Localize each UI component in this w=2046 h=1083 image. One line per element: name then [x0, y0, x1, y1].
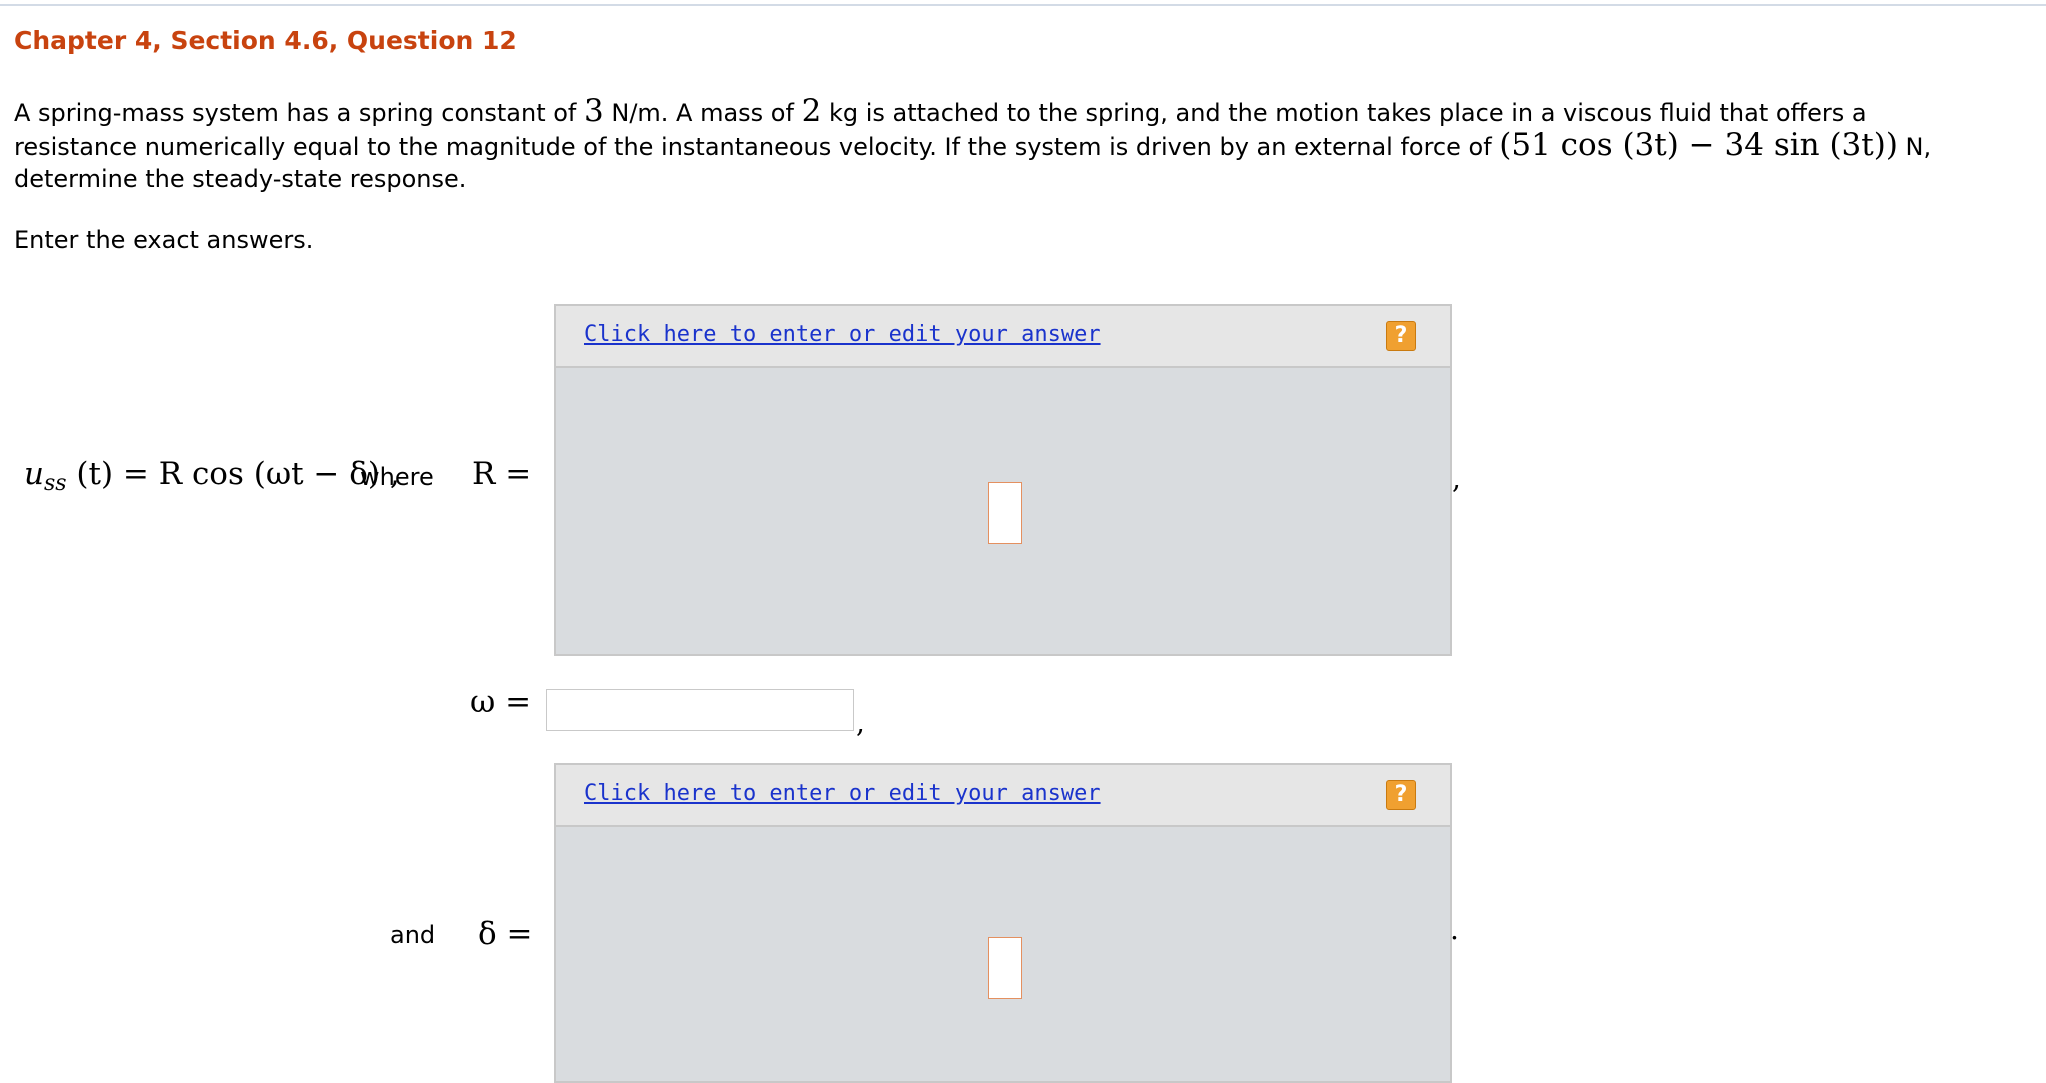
answer-placeholder-box[interactable]: [988, 482, 1022, 544]
question-title: Chapter 4, Section 4.6, Question 12: [14, 26, 517, 55]
comma: ,: [856, 706, 865, 739]
r-label: R =: [472, 456, 532, 492]
omega-label: ω =: [470, 684, 532, 720]
external-force-expression: (51 cos (3t) − 34 sin (3t)): [1499, 127, 1898, 163]
period: .: [1450, 913, 1459, 946]
omega-input[interactable]: [546, 689, 854, 731]
problem-text: N,: [1897, 133, 1932, 161]
ss-subscript: ss: [43, 471, 67, 496]
and-text: and: [390, 921, 436, 949]
u-symbol: u: [24, 456, 44, 492]
delta-label: δ =: [478, 916, 533, 952]
edit-answer-link[interactable]: Click here to enter or edit your answer: [584, 322, 1101, 347]
problem-statement: A spring-mass system has a spring consta…: [14, 94, 1994, 196]
delta-answer-editor[interactable]: Click here to enter or edit your answer …: [554, 763, 1452, 1083]
question-mark-icon[interactable]: ?: [1386, 780, 1416, 810]
problem-line-2: resistance numerically equal to the magn…: [14, 128, 1994, 162]
spring-constant-value: 3: [584, 93, 604, 129]
problem-text: resistance numerically equal to the magn…: [14, 133, 1500, 161]
problem-line-3: determine the steady-state response.: [14, 165, 467, 193]
problem-text: N/m. A mass of: [603, 99, 802, 127]
answer-placeholder-box[interactable]: [988, 937, 1022, 999]
steady-state-equation: uss (t) = R cos (ωt − δ) ,: [24, 456, 400, 496]
where-text: where: [360, 463, 434, 491]
problem-text: kg is attached to the spring, and the mo…: [821, 99, 1867, 127]
mass-value: 2: [801, 93, 822, 129]
problem-text: A spring-mass system has a spring consta…: [14, 99, 584, 127]
edit-answer-link[interactable]: Click here to enter or edit your answer: [584, 781, 1101, 806]
top-divider: [0, 4, 2046, 6]
editor-toolbar: Click here to enter or edit your answer …: [556, 765, 1450, 827]
question-mark-icon[interactable]: ?: [1386, 321, 1416, 351]
r-answer-editor[interactable]: Click here to enter or edit your answer …: [554, 304, 1452, 656]
editor-toolbar: Click here to enter or edit your answer …: [556, 306, 1450, 368]
comma: ,: [1452, 462, 1461, 495]
equation-rhs: (t) = R cos (ωt − δ) ,: [66, 456, 400, 492]
answer-instruction: Enter the exact answers.: [14, 226, 314, 254]
problem-line-1: A spring-mass system has a spring consta…: [14, 94, 1994, 128]
